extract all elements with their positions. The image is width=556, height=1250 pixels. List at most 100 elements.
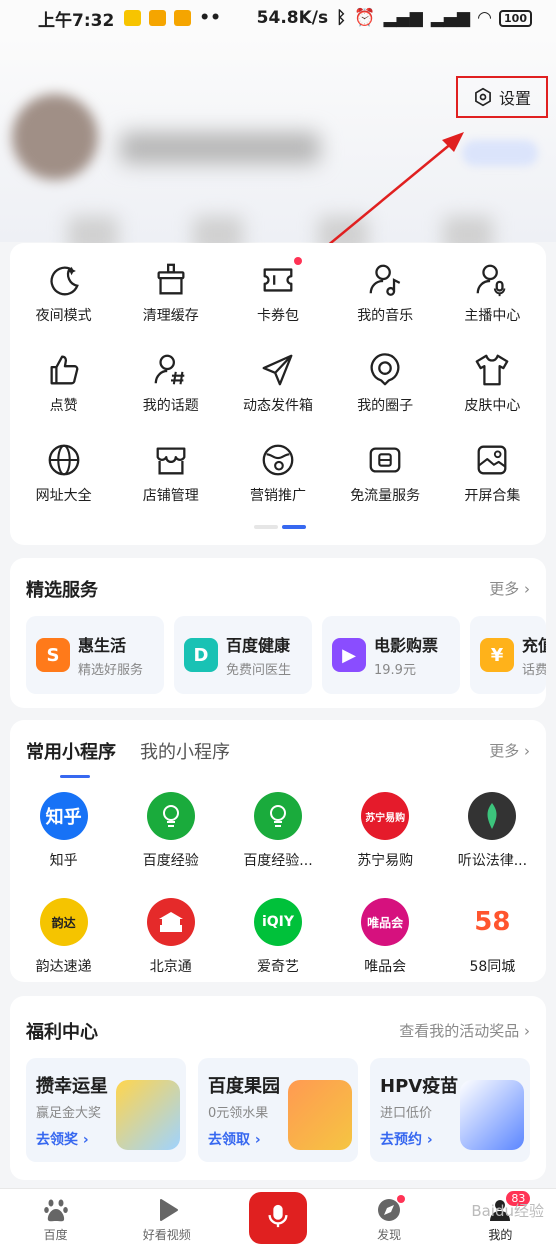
signal-icon: ▂▄▆ — [383, 8, 423, 28]
nav-voice-search[interactable] — [238, 1191, 318, 1244]
welfare-more-link[interactable]: 查看我的活动奖品 › — [399, 1020, 530, 1041]
welfare-card: 福利中心 查看我的活动奖品 › 攒幸运星 赢足金大奖 去领奖 › 百度果园 0元领水… — [10, 996, 546, 1180]
app-baidu-experience-2[interactable]: 百度经验... — [224, 792, 331, 882]
notes-icon — [124, 10, 142, 26]
flame-leaf-icon — [468, 792, 517, 840]
tool-my-music[interactable]: 我的音乐 — [332, 261, 439, 351]
new-dot — [397, 1194, 406, 1203]
vipshop-logo-icon: 唯品会 — [361, 898, 410, 946]
thumbs-up-icon — [50, 355, 79, 385]
store-icon — [156, 447, 186, 475]
lightbulb-icon — [146, 792, 195, 840]
image-icon — [477, 445, 507, 475]
cloud-icon — [174, 10, 192, 26]
tool-skin-center[interactable]: 皮肤中心 — [439, 351, 546, 441]
app-58[interactable]: 58 58同城 — [439, 898, 546, 988]
tool-store-manage[interactable]: 店铺管理 — [117, 441, 224, 531]
hashtag-user-icon — [154, 354, 185, 385]
app-suning[interactable]: 苏宁易购 苏宁易购 — [332, 792, 439, 882]
iqiyi-logo-icon: iQIY — [253, 898, 302, 946]
services-more-link[interactable]: 更多 › — [489, 578, 530, 599]
fruit-box-icon — [288, 1080, 352, 1150]
baidu-paw-icon — [43, 1199, 68, 1221]
tool-outbox[interactable]: 动态发件箱 — [224, 351, 331, 441]
avatar[interactable] — [12, 94, 98, 180]
tool-marketing[interactable]: 营销推广 — [224, 441, 331, 531]
cloud-icon — [149, 10, 167, 26]
welfare-item[interactable]: HPV疫苗 进口低价 去预约 › — [370, 1058, 530, 1162]
s-logo-icon: S — [36, 638, 70, 672]
tshirt-icon — [476, 354, 509, 386]
tool-anchor-center[interactable]: 主播中心 — [439, 261, 546, 351]
nav-video[interactable]: 好看视频 — [127, 1197, 207, 1243]
ticket-icon — [263, 268, 293, 292]
app-iqiyi[interactable]: iQIY 爱奇艺 — [224, 898, 331, 988]
yunda-logo-icon: 韵达 — [39, 898, 88, 946]
app-yunda[interactable]: 韵达 韵达速递 — [10, 898, 117, 988]
profile-header: 设置 — [0, 36, 556, 271]
watermark: Baidu经验 — [471, 1202, 544, 1220]
app-vipshop[interactable]: 唯品会 唯品会 — [332, 898, 439, 988]
more-dots-icon: •• — [199, 8, 222, 28]
miniprograms-card: 常用小程序 我的小程序 更多 › 知乎 知乎 百度经验 百度经验... 苏宁易购苏… — [10, 720, 546, 982]
service-item[interactable]: ▶ 电影购票 19.9元 — [322, 616, 460, 694]
tool-free-data[interactable]: 免流量服务 — [332, 441, 439, 531]
settings-label: 设置 — [498, 89, 531, 108]
tool-splash-collection[interactable]: 开屏合集 — [439, 441, 546, 531]
gear-icon — [475, 87, 491, 107]
tab-my-miniprograms[interactable]: 我的小程序 — [140, 738, 230, 764]
services-card: 精选服务 更多 › S 惠生活 精选好服务 D 百度健康 免费问医生 ▶ 电影购票 1… — [10, 558, 546, 708]
service-item[interactable]: S 惠生活 精选好服务 — [26, 616, 164, 694]
microphone-icon — [248, 1191, 307, 1244]
tool-night-mode[interactable]: 夜间模式 — [10, 261, 117, 351]
service-item[interactable]: D 百度健康 免费问医生 — [174, 616, 312, 694]
profile-action-blurred[interactable] — [462, 140, 538, 166]
bluetooth-icon: ᛒ — [336, 8, 347, 28]
moon-icon — [50, 266, 79, 296]
tool-clear-cache[interactable]: 清理缓存 — [117, 261, 224, 351]
nav-discover[interactable]: 发现 — [349, 1194, 429, 1243]
send-icon — [262, 354, 293, 386]
app-beijingtong[interactable]: 北京通 — [117, 898, 224, 988]
sim-icon — [369, 447, 401, 473]
tool-my-topics[interactable]: 我的话题 — [117, 351, 224, 441]
movie-ticket-icon: ▶ — [332, 638, 366, 672]
tab-common-miniprograms[interactable]: 常用小程序 — [26, 738, 116, 778]
app-baidu-experience[interactable]: 百度经验 — [117, 792, 224, 882]
star-badge-icon — [116, 1080, 180, 1150]
promo-icon — [262, 444, 294, 476]
network-speed: 54.8K/s — [256, 8, 329, 28]
58-logo-icon: 58 — [468, 898, 517, 946]
tool-coupons[interactable]: 卡券包 — [224, 257, 331, 351]
service-item[interactable]: ¥ 充值话费 — [470, 616, 546, 694]
welfare-item[interactable]: 攒幸运星 赢足金大奖 去领奖 › — [26, 1058, 186, 1162]
miniprograms-more-link[interactable]: 更多 › — [489, 740, 530, 761]
health-cross-icon: D — [184, 638, 218, 672]
status-bar: 上午7:32 •• 54.8K/s ᛒ ⏰ ▂▄▆ ▂▄▆ ◠ 100 — [0, 0, 556, 36]
new-dot — [294, 257, 303, 265]
circle-icon — [370, 353, 400, 386]
signal-icon: ▂▄▆ — [430, 8, 470, 28]
nav-home[interactable]: 百度 — [16, 1197, 96, 1243]
welfare-item[interactable]: 百度果园 0元领水果 去领取 › — [198, 1058, 358, 1162]
vaccine-shield-icon — [460, 1080, 524, 1150]
alarm-icon: ⏰ — [354, 8, 376, 28]
globe-icon — [48, 444, 79, 476]
tool-web-directory[interactable]: 网址大全 — [10, 441, 117, 531]
music-user-icon — [369, 264, 401, 296]
tool-likes[interactable]: 点赞 — [10, 351, 117, 441]
tool-my-circle[interactable]: 我的圈子 — [332, 351, 439, 441]
tools-card: 夜间模式 清理缓存 卡券包 我的音乐 主播中心 点赞 我的话题 动态发件箱 我的… — [10, 243, 546, 545]
status-time: 上午7:32 — [38, 10, 115, 31]
mic-user-icon — [477, 264, 506, 297]
recharge-yen-icon: ¥ — [480, 638, 514, 672]
battery-icon: 100 — [499, 9, 532, 27]
settings-button[interactable]: 设置 — [456, 76, 548, 118]
app-tingsong-law[interactable]: 听讼法律... — [439, 792, 546, 882]
welfare-title: 福利中心 — [26, 1022, 98, 1043]
app-zhihu[interactable]: 知乎 知乎 — [10, 792, 117, 882]
gate-tower-icon — [146, 898, 195, 946]
services-title: 精选服务 — [26, 580, 98, 601]
suning-lion-icon: 苏宁易购 — [361, 792, 410, 840]
broom-icon — [157, 263, 185, 295]
